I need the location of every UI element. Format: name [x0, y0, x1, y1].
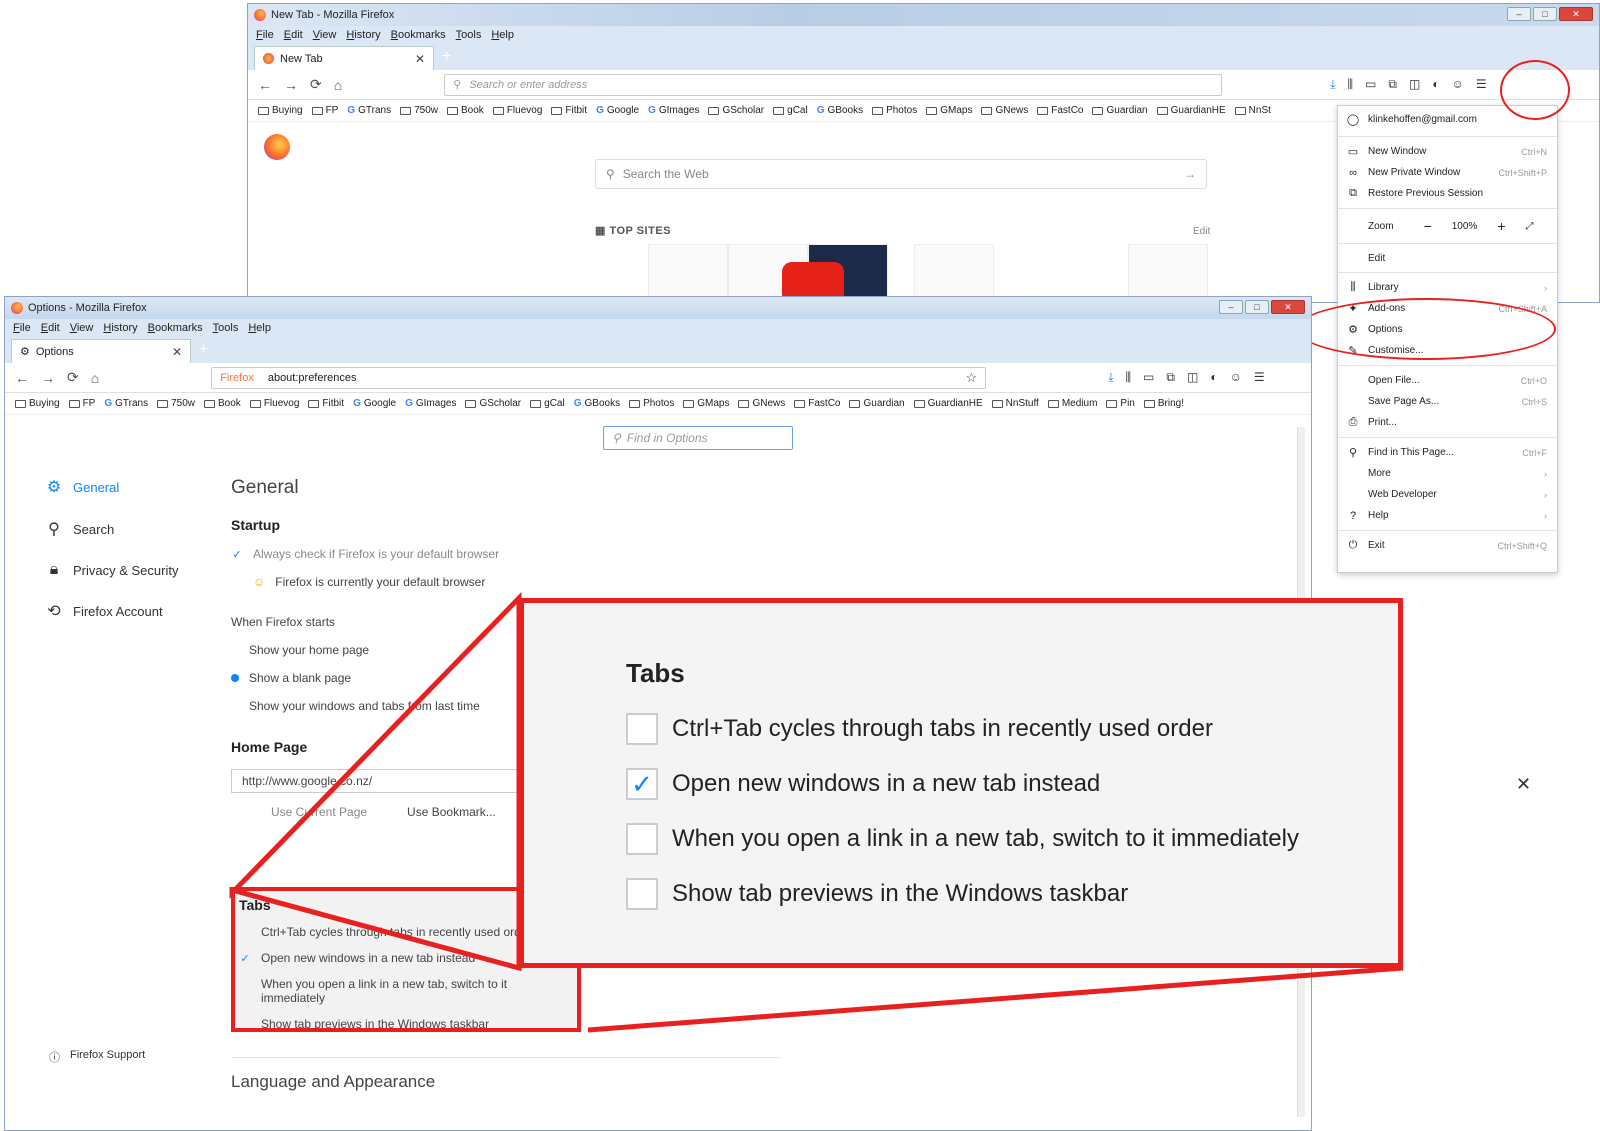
callout-option-checkbox[interactable]: Ctrl+Tab cycles through tabs in recently…	[626, 713, 1213, 745]
callout-option-checkbox[interactable]: Show tab previews in the Windows taskbar	[626, 878, 1128, 910]
checkbox-label: Open new windows in a new tab instead	[672, 770, 1101, 797]
checkbox-label: Ctrl+Tab cycles through tabs in recently…	[672, 715, 1213, 742]
checkbox-label: When you open a link in a new tab, switc…	[672, 825, 1299, 852]
checkbox[interactable]	[626, 823, 658, 855]
checkbox[interactable]	[626, 713, 658, 745]
callout-title: Tabs	[626, 658, 685, 688]
checkbox[interactable]: ✓	[626, 768, 658, 800]
checkbox-label: Show tab previews in the Windows taskbar	[672, 880, 1129, 907]
callout-option-checkbox[interactable]: When you open a link in a new tab, switc…	[626, 823, 1299, 855]
checkbox[interactable]	[626, 878, 658, 910]
tabs-zoom-callout: Tabs Ctrl+Tab cycles through tabs in rec…	[519, 598, 1403, 968]
close-icon[interactable]: ✕	[1516, 774, 1531, 795]
callout-option-checkbox[interactable]: ✓ Open new windows in a new tab instead	[626, 768, 1100, 800]
